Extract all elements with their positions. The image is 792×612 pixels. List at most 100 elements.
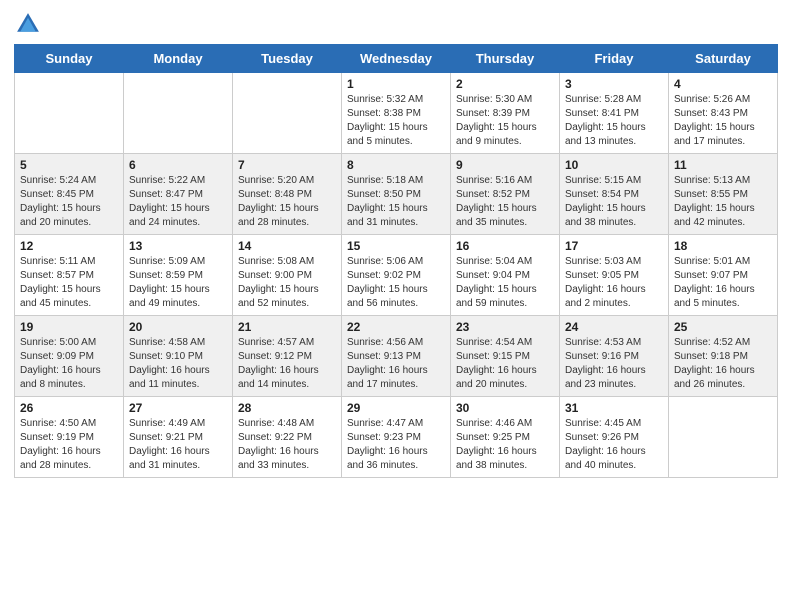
day-cell-9: 9 Sunrise: 5:16 AM Sunset: 8:52 PM Daylig… [451,154,560,235]
day-number: 14 [238,239,336,253]
day-cell-25: 25Sunrise: 4:52 AM Sunset: 9:18 PM Dayli… [669,316,778,397]
day-number: 24 [565,320,663,334]
day-number: 9 [456,158,554,172]
day-number: 29 [347,401,445,415]
day-info: Sunrise: 5:03 AM Sunset: 9:05 PM Dayligh… [565,255,663,311]
day-number: 17 [565,239,663,253]
day-cell-31: 31 Sunrise: 4:45 AM Sunset: 9:26 PM Dayli… [560,397,669,478]
day-info: Sunrise: 5:22 AM Sunset: 8:47 PM Dayligh… [129,174,227,230]
day-info: Sunrise: 5:15 AM Sunset: 8:54 PM Dayligh… [565,174,663,230]
header [14,10,778,38]
day-info: Sunrise: 5:01 AM Sunset: 9:07 PM Dayligh… [674,255,772,311]
day-cell-14: 14 Sunrise: 5:08 AM Sunset: 9:00 PM Dayli… [233,235,342,316]
day-info: Sunrise: 4:58 AM Sunset: 9:10 PM Dayligh… [129,336,227,392]
day-cell-6: 6 Sunrise: 5:22 AM Sunset: 8:47 PM Daylig… [124,154,233,235]
day-number: 13 [129,239,227,253]
day-cell-19: 19 Sunrise: 5:00 AM Sunset: 9:09 PM Dayli… [15,316,124,397]
day-info: Sunrise: 4:50 AM Sunset: 9:19 PM Dayligh… [20,417,118,473]
day-info: Sunrise: 4:56 AM Sunset: 9:13 PM Dayligh… [347,336,445,392]
weekday-wednesday: Wednesday [342,45,451,73]
day-cell-30: 30Sunrise: 4:46 AM Sunset: 9:25 PM Dayli… [451,397,560,478]
day-info: Sunrise: 4:45 AM Sunset: 9:26 PM Dayligh… [565,417,663,473]
day-cell-16: 16 Sunrise: 5:04 AM Sunset: 9:04 PM Dayli… [451,235,560,316]
week-row-2: 5 Sunrise: 5:24 AM Sunset: 8:45 PM Daylig… [15,154,778,235]
day-cell-7: 7 Sunrise: 5:20 AM Sunset: 8:48 PM Daylig… [233,154,342,235]
day-cell-12: 12 Sunrise: 5:11 AM Sunset: 8:57 PM Dayli… [15,235,124,316]
day-number: 23 [456,320,554,334]
weekday-header-row: SundayMondayTuesdayWednesdayThursdayFrid… [15,45,778,73]
day-number: 26 [20,401,118,415]
empty-cell [669,397,778,478]
day-info: Sunrise: 4:53 AM Sunset: 9:16 PM Dayligh… [565,336,663,392]
logo [14,10,46,38]
day-info: Sunrise: 5:16 AM Sunset: 8:52 PM Dayligh… [456,174,554,230]
day-cell-17: 17 Sunrise: 5:03 AM Sunset: 9:05 PM Dayli… [560,235,669,316]
day-info: Sunrise: 4:57 AM Sunset: 9:12 PM Dayligh… [238,336,336,392]
day-number: 18 [674,239,772,253]
day-cell-10: 10Sunrise: 5:15 AM Sunset: 8:54 PM Dayli… [560,154,669,235]
day-info: Sunrise: 4:47 AM Sunset: 9:23 PM Dayligh… [347,417,445,473]
day-number: 4 [674,77,772,91]
day-info: Sunrise: 5:20 AM Sunset: 8:48 PM Dayligh… [238,174,336,230]
empty-cell [15,73,124,154]
day-info: Sunrise: 5:30 AM Sunset: 8:39 PM Dayligh… [456,93,554,149]
weekday-thursday: Thursday [451,45,560,73]
day-cell-1: 1Sunrise: 5:32 AM Sunset: 8:38 PM Daylig… [342,73,451,154]
day-cell-11: 11 Sunrise: 5:13 AM Sunset: 8:55 PM Dayli… [669,154,778,235]
day-number: 27 [129,401,227,415]
day-cell-22: 22Sunrise: 4:56 AM Sunset: 9:13 PM Dayli… [342,316,451,397]
day-number: 12 [20,239,118,253]
day-cell-2: 2 Sunrise: 5:30 AM Sunset: 8:39 PM Daylig… [451,73,560,154]
day-cell-24: 24 Sunrise: 4:53 AM Sunset: 9:16 PM Dayli… [560,316,669,397]
day-info: Sunrise: 5:08 AM Sunset: 9:00 PM Dayligh… [238,255,336,311]
day-number: 8 [347,158,445,172]
day-info: Sunrise: 4:49 AM Sunset: 9:21 PM Dayligh… [129,417,227,473]
day-number: 25 [674,320,772,334]
day-info: Sunrise: 5:24 AM Sunset: 8:45 PM Dayligh… [20,174,118,230]
day-info: Sunrise: 4:48 AM Sunset: 9:22 PM Dayligh… [238,417,336,473]
page: SundayMondayTuesdayWednesdayThursdayFrid… [0,0,792,488]
day-number: 19 [20,320,118,334]
day-info: Sunrise: 5:13 AM Sunset: 8:55 PM Dayligh… [674,174,772,230]
day-cell-4: 4 Sunrise: 5:26 AM Sunset: 8:43 PM Daylig… [669,73,778,154]
day-number: 16 [456,239,554,253]
day-number: 2 [456,77,554,91]
weekday-tuesday: Tuesday [233,45,342,73]
day-number: 3 [565,77,663,91]
day-info: Sunrise: 5:00 AM Sunset: 9:09 PM Dayligh… [20,336,118,392]
logo-icon [14,10,42,38]
day-cell-28: 28 Sunrise: 4:48 AM Sunset: 9:22 PM Dayli… [233,397,342,478]
day-info: Sunrise: 5:28 AM Sunset: 8:41 PM Dayligh… [565,93,663,149]
weekday-monday: Monday [124,45,233,73]
day-cell-15: 15Sunrise: 5:06 AM Sunset: 9:02 PM Dayli… [342,235,451,316]
day-info: Sunrise: 4:54 AM Sunset: 9:15 PM Dayligh… [456,336,554,392]
day-number: 31 [565,401,663,415]
weekday-friday: Friday [560,45,669,73]
empty-cell [124,73,233,154]
day-cell-27: 27 Sunrise: 4:49 AM Sunset: 9:21 PM Dayli… [124,397,233,478]
day-number: 7 [238,158,336,172]
day-cell-8: 8 Sunrise: 5:18 AM Sunset: 8:50 PM Daylig… [342,154,451,235]
day-info: Sunrise: 5:06 AM Sunset: 9:02 PM Dayligh… [347,255,445,311]
empty-cell [233,73,342,154]
week-row-4: 19 Sunrise: 5:00 AM Sunset: 9:09 PM Dayli… [15,316,778,397]
day-info: Sunrise: 5:26 AM Sunset: 8:43 PM Dayligh… [674,93,772,149]
day-number: 1 [347,77,445,91]
day-cell-21: 21Sunrise: 4:57 AM Sunset: 9:12 PM Dayli… [233,316,342,397]
day-number: 28 [238,401,336,415]
weekday-saturday: Saturday [669,45,778,73]
day-cell-18: 18 Sunrise: 5:01 AM Sunset: 9:07 PM Dayli… [669,235,778,316]
day-cell-23: 23 Sunrise: 4:54 AM Sunset: 9:15 PM Dayli… [451,316,560,397]
day-info: Sunrise: 5:11 AM Sunset: 8:57 PM Dayligh… [20,255,118,311]
day-cell-20: 20Sunrise: 4:58 AM Sunset: 9:10 PM Dayli… [124,316,233,397]
day-number: 11 [674,158,772,172]
day-number: 5 [20,158,118,172]
day-info: Sunrise: 5:09 AM Sunset: 8:59 PM Dayligh… [129,255,227,311]
day-info: Sunrise: 5:18 AM Sunset: 8:50 PM Dayligh… [347,174,445,230]
day-number: 6 [129,158,227,172]
day-cell-3: 3 Sunrise: 5:28 AM Sunset: 8:41 PM Daylig… [560,73,669,154]
day-info: Sunrise: 5:04 AM Sunset: 9:04 PM Dayligh… [456,255,554,311]
calendar-table: SundayMondayTuesdayWednesdayThursdayFrid… [14,44,778,478]
week-row-1: 1Sunrise: 5:32 AM Sunset: 8:38 PM Daylig… [15,73,778,154]
day-cell-13: 13 Sunrise: 5:09 AM Sunset: 8:59 PM Dayli… [124,235,233,316]
